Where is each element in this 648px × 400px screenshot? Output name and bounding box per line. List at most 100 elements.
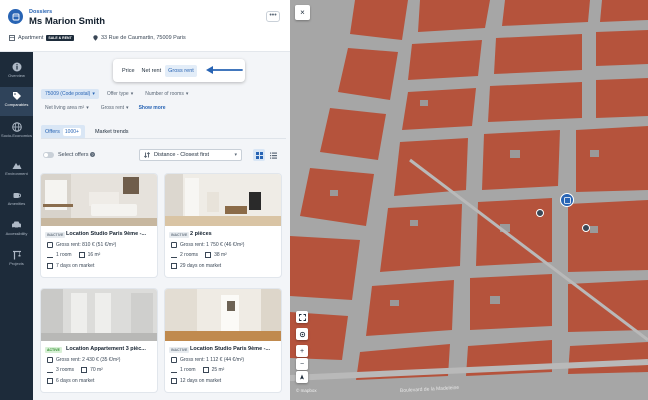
- breadcrumb-dossiers[interactable]: Dossiers: [29, 9, 52, 15]
- living-area-filter[interactable]: Net living area m² ▾: [41, 103, 93, 113]
- chevron-down-icon: ▾: [92, 91, 95, 97]
- offer-photo: [41, 289, 157, 341]
- sidebar-item-label: Environment: [5, 171, 28, 176]
- offer-days: 29 days on market: [171, 263, 221, 269]
- sidebar-item-overview[interactable]: Overview: [0, 58, 33, 87]
- comparable-marker[interactable]: [582, 224, 590, 232]
- tab-offers[interactable]: Offers 1000+: [41, 125, 85, 139]
- bed-icon: [171, 367, 177, 373]
- location-pin-icon: [93, 35, 98, 41]
- gross-rent-filter[interactable]: Gross rent ▾: [97, 103, 133, 113]
- show-more-link[interactable]: Show more: [137, 103, 168, 113]
- tag-icon: [12, 92, 21, 100]
- compass-button[interactable]: [296, 371, 308, 383]
- highlight-arrow-icon: [206, 66, 243, 74]
- sidebar-item-label: Amenities: [7, 201, 26, 206]
- property-address: 33 Rue de Caumartin, 75009 Paris: [93, 35, 186, 41]
- page-title: Ms Marion Smith: [29, 16, 106, 27]
- filter-label: Net living area m²: [45, 105, 85, 111]
- sidebar-item-environment[interactable]: Environment: [0, 156, 33, 185]
- offer-card[interactable]: INACTIVE Location Studio Paris 9ème -...…: [165, 289, 281, 392]
- bed-icon: [171, 252, 177, 258]
- money-icon: [171, 242, 177, 248]
- offer-type-filter[interactable]: Offer type ▾: [103, 89, 137, 99]
- sidebar-item-label: Comparables: [4, 102, 29, 107]
- apartment-icon: [9, 35, 15, 41]
- car-icon: [12, 221, 21, 229]
- fullscreen-button[interactable]: [296, 311, 308, 323]
- map-view[interactable]: × Boulevard de la Madeleine + − © mapbox: [290, 0, 648, 400]
- tab-market-trends[interactable]: Market trends: [91, 126, 133, 138]
- offer-card[interactable]: INACTIVE Location Studio Paris 9ème -...…: [41, 174, 157, 277]
- coffee-icon: [13, 193, 21, 198]
- chevron-down-icon: ▾: [126, 105, 129, 111]
- area-icon: [81, 367, 88, 373]
- offer-photo: [165, 289, 281, 341]
- sidebar-nav: Overview Comparables Socio-Economics Env…: [0, 52, 33, 400]
- close-map-button[interactable]: ×: [295, 5, 310, 20]
- grid-view-button[interactable]: [253, 149, 265, 161]
- offer-title: 2 pièces: [190, 231, 212, 237]
- subject-property-marker[interactable]: [560, 193, 574, 207]
- sidebar-item-amenities[interactable]: Amenities: [0, 186, 33, 215]
- offer-card[interactable]: INACTIVE 2 pièces Gross rent: 1 750 € (4…: [165, 174, 281, 277]
- offer-title: Location Studio Paris 9ème -...: [190, 346, 271, 352]
- area-icon: [205, 252, 212, 258]
- bed-icon: [47, 367, 53, 373]
- calendar-icon: [171, 378, 177, 384]
- offer-card[interactable]: ACTIVE Location Appartement 3 pièc... Gr…: [41, 289, 157, 392]
- money-icon: [47, 357, 53, 363]
- sidebar-item-accessibility[interactable]: Accessibility: [0, 216, 33, 245]
- sidebar-item-label: Accessibility: [5, 231, 28, 236]
- sidebar-item-socio-economics[interactable]: Socio-Economics: [0, 118, 33, 147]
- price-option[interactable]: Price: [119, 65, 138, 77]
- chevron-down-icon: ▾: [185, 91, 189, 97]
- gross-rent-option[interactable]: Gross rent: [165, 64, 197, 77]
- offer-title: Location Studio Paris 9ème -...: [66, 231, 147, 237]
- map-attribution: © mapbox: [296, 388, 317, 393]
- offer-days: 12 days on market: [171, 378, 221, 384]
- chevron-down-icon: ▾: [234, 152, 237, 158]
- filter-label: Number of rooms: [145, 91, 184, 97]
- bed-icon: [47, 252, 53, 258]
- net-rent-option[interactable]: Net rent: [139, 65, 165, 77]
- filter-label: 75009 (Code postal): [45, 91, 91, 97]
- area-icon: [78, 252, 85, 258]
- select-offers-label: Select offers ?: [58, 152, 96, 158]
- offer-rent: Gross rent: 1 750 € (46 €/m²): [171, 242, 244, 248]
- list-view-button[interactable]: [267, 149, 279, 161]
- comparable-marker[interactable]: [536, 209, 544, 217]
- sort-value: Distance - Closest first: [154, 152, 210, 158]
- money-icon: [47, 242, 53, 248]
- dossier-icon: [8, 9, 23, 24]
- sidebar-item-projects[interactable]: Projects: [0, 246, 33, 275]
- crosshair-icon: [299, 331, 305, 337]
- comparables-panel: Price Net rent Gross rent 75009 (Code po…: [33, 52, 290, 400]
- more-options-button[interactable]: •••: [266, 11, 280, 22]
- calendar-icon: [47, 378, 53, 384]
- sale-rent-badge: SALE & RENT: [46, 35, 74, 41]
- filter-bar: 75009 (Code postal) ▾ Offer type ▾ Number …: [41, 89, 286, 117]
- select-offers-toggle[interactable]: [43, 152, 54, 158]
- grid-icon: [255, 151, 263, 159]
- rooms-filter[interactable]: Number of rooms ▾: [141, 89, 192, 99]
- money-icon: [171, 357, 177, 363]
- info-icon: [12, 62, 21, 72]
- sidebar-item-comparables[interactable]: Comparables: [0, 87, 33, 116]
- calendar-icon: [47, 263, 53, 269]
- sort-icon: [144, 152, 150, 158]
- help-icon[interactable]: ?: [90, 152, 96, 157]
- sort-select[interactable]: Distance - Closest first ▾: [139, 149, 242, 161]
- postal-code-filter[interactable]: 75009 (Code postal) ▾: [41, 89, 99, 99]
- offer-photo: [41, 174, 157, 226]
- map-canvas[interactable]: [290, 0, 648, 400]
- zoom-in-button[interactable]: +: [296, 345, 308, 357]
- filter-label: Gross rent: [100, 105, 125, 111]
- dossier-header: Dossiers Ms Marion Smith ••• Apartment S…: [0, 0, 290, 52]
- tab-bar: Offers 1000+ Market trends: [41, 125, 133, 139]
- locate-button[interactable]: [296, 328, 308, 340]
- zoom-out-button[interactable]: −: [296, 358, 308, 370]
- mountain-icon: [12, 163, 21, 169]
- dossier-icon: [563, 196, 571, 204]
- crane-icon: [12, 250, 21, 260]
